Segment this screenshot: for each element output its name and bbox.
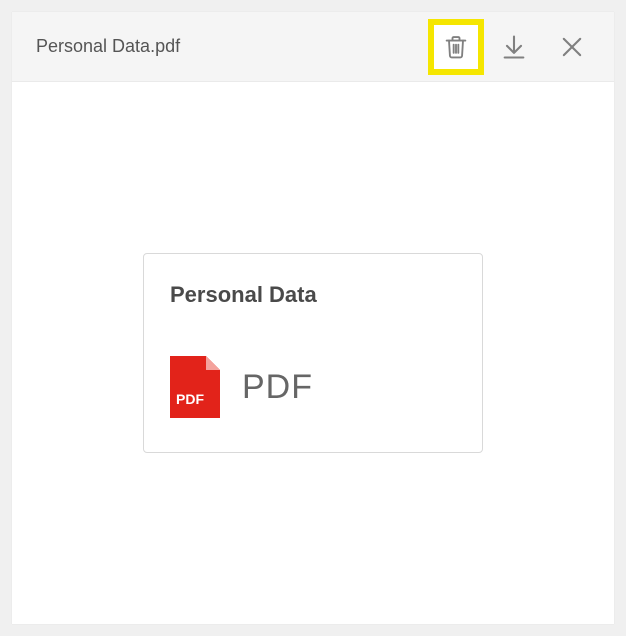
- document-title: Personal Data: [170, 282, 456, 308]
- close-icon: [558, 33, 586, 61]
- panel-header: Personal Data.pdf: [12, 12, 614, 82]
- pdf-file-icon: PDF: [170, 356, 220, 418]
- preview-content: Personal Data PDF PDF: [12, 82, 614, 624]
- download-button[interactable]: [486, 19, 542, 75]
- file-preview-panel: Personal Data.pdf: [12, 12, 614, 624]
- download-icon: [500, 33, 528, 61]
- header-actions: [428, 19, 600, 75]
- trash-icon: [442, 33, 470, 61]
- close-button[interactable]: [544, 19, 600, 75]
- file-preview-card: Personal Data PDF PDF: [143, 253, 483, 453]
- delete-button[interactable]: [428, 19, 484, 75]
- pdf-badge-text: PDF: [176, 391, 204, 407]
- file-name-label: Personal Data.pdf: [36, 36, 428, 57]
- file-type-row: PDF PDF: [170, 356, 456, 418]
- file-type-label: PDF: [242, 368, 313, 407]
